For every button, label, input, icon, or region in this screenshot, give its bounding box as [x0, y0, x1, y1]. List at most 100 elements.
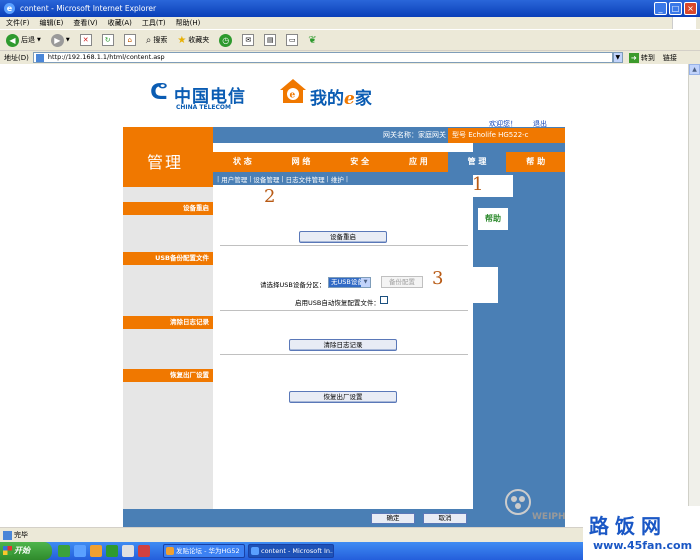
- star-icon: ★: [177, 34, 187, 46]
- sub-nav: | 用户管理 | 设备管理 | 日志文件管理 | 维护 |: [213, 172, 473, 185]
- favorites-button[interactable]: ★ 收藏夹: [175, 32, 211, 48]
- go-arrow-icon: ➜: [628, 52, 639, 63]
- address-label: 地址(D): [4, 53, 29, 62]
- subnav-user-management[interactable]: 用户管理: [221, 174, 247, 184]
- subnav-log-management[interactable]: 日志文件管理: [286, 174, 325, 184]
- ehome-logo: e 我的e家: [278, 76, 408, 112]
- address-input[interactable]: http://192.168.1.1/html/content.asp: [32, 52, 613, 63]
- edit-button[interactable]: ▭: [284, 32, 300, 48]
- stop-icon: ✕: [79, 34, 92, 46]
- vertical-scrollbar[interactable]: ▲ ▼: [688, 64, 700, 527]
- clear-log-button[interactable]: 清除日志记录: [289, 339, 397, 351]
- scroll-up-icon[interactable]: ▲: [689, 64, 700, 75]
- home-button[interactable]: ⌂: [122, 32, 138, 48]
- menu-view[interactable]: 查看(V): [73, 17, 97, 29]
- messenger-button[interactable]: ❦: [306, 32, 318, 48]
- divider: [220, 310, 468, 311]
- svg-text:e: e: [290, 91, 296, 101]
- home-icon: ⌂: [123, 34, 136, 46]
- history-button[interactable]: ◷: [217, 32, 234, 48]
- minimize-button[interactable]: _: [654, 2, 667, 15]
- menu-favorites[interactable]: 收藏(A): [108, 17, 132, 29]
- print-button[interactable]: ▤: [262, 32, 278, 48]
- search-button[interactable]: ⌕ 搜索: [144, 32, 170, 48]
- tab-security[interactable]: 安 全: [330, 152, 389, 172]
- go-label: 转到: [640, 53, 655, 62]
- help-label: 帮助: [478, 208, 508, 230]
- subnav-separator: |: [326, 174, 329, 183]
- watermark-text: WEIPH: [532, 512, 566, 522]
- ie-quicklaunch-icon[interactable]: [74, 545, 86, 557]
- usb-auto-restore-label: 启用USB自动恢复配置文件：: [295, 299, 380, 307]
- page-done-icon: [3, 531, 12, 540]
- taskbar-item-active[interactable]: content - Microsoft In...: [248, 544, 334, 558]
- edit-icon: ▭: [286, 34, 299, 46]
- factory-reset-button[interactable]: 恢复出厂设置: [289, 391, 397, 403]
- window-title-bar[interactable]: e content - Microsoft Internet Explorer …: [0, 0, 700, 17]
- menu-file[interactable]: 文件(F): [6, 17, 30, 29]
- divider: [220, 354, 468, 355]
- back-button[interactable]: ◀ 后退 ▼: [4, 32, 43, 48]
- backup-config-button[interactable]: 备份配置: [381, 276, 423, 288]
- ie-icon: [251, 547, 259, 555]
- usb-partition-select[interactable]: 无USB设备 ▼: [328, 277, 371, 288]
- subnav-device-management[interactable]: 设备管理: [253, 174, 279, 184]
- toolbar: ◀ 后退 ▼ ▶ ▼ ✕ ↻ ⌂ ⌕ 搜索 ★ 收藏夹 ◷ ✉ ▤ ▭ ❦: [0, 29, 700, 50]
- ie-icon: e: [4, 3, 15, 14]
- back-arrow-icon: ◀: [6, 33, 19, 47]
- reboot-button[interactable]: 设备重启: [299, 231, 387, 243]
- tab-management[interactable]: 管 理: [447, 152, 507, 172]
- quicklaunch-icon[interactable]: [106, 545, 118, 557]
- start-button[interactable]: 开始: [0, 542, 52, 560]
- tab-application[interactable]: 应 用: [389, 152, 448, 172]
- annotation-marker-2: 2: [264, 186, 276, 207]
- quicklaunch-icon[interactable]: [138, 545, 150, 557]
- app-icon: [166, 547, 174, 555]
- search-icon: ⌕: [145, 34, 152, 46]
- mail-button[interactable]: ✉: [240, 32, 256, 48]
- tab-network[interactable]: 网 络: [272, 152, 331, 172]
- search-label: 搜索: [153, 36, 168, 44]
- favorites-label: 收藏夹: [188, 36, 210, 44]
- dropdown-arrow-icon[interactable]: ▼: [37, 37, 41, 43]
- section-clear-log: 清除日志记录: [123, 316, 213, 329]
- ehome-prefix: 我的: [310, 89, 344, 109]
- menu-help[interactable]: 帮助(H): [176, 17, 201, 29]
- usb-select-label: 请选择USB设备分区：: [260, 281, 326, 289]
- quicklaunch-icon[interactable]: [58, 545, 70, 557]
- footer-bar: [123, 509, 565, 527]
- close-button[interactable]: ×: [684, 2, 697, 15]
- menu-bar: 文件(F) 编辑(E) 查看(V) 收藏(A) 工具(T) 帮助(H): [0, 17, 700, 29]
- annotation-marker-3: 3: [432, 268, 444, 289]
- dropdown-arrow-icon[interactable]: ▼: [66, 37, 70, 43]
- forward-button[interactable]: ▶ ▼: [49, 32, 72, 48]
- tab-status[interactable]: 状 态: [213, 152, 272, 172]
- logo-en: CHINA TELECOM: [176, 104, 231, 111]
- marker-box-3: [473, 267, 498, 303]
- ehome-suffix: 家: [354, 89, 372, 109]
- main-nav: 状 态 网 络 安 全 应 用 管 理 帮 助: [213, 152, 565, 172]
- tab-help[interactable]: 帮 助: [506, 152, 565, 172]
- stop-button[interactable]: ✕: [78, 32, 94, 48]
- windows-logo: [672, 17, 696, 29]
- refresh-button[interactable]: ↻: [100, 32, 116, 48]
- subnav-separator: |: [281, 174, 284, 183]
- leaf-icon: ❦: [308, 34, 317, 46]
- quicklaunch-icon[interactable]: [122, 545, 134, 557]
- telecom-logo-icon: ᕦ: [150, 80, 168, 105]
- taskbar-item[interactable]: 发贴论坛 - 华为HG52: [163, 544, 245, 558]
- ok-button[interactable]: 确定: [371, 513, 415, 524]
- menu-edit[interactable]: 编辑(E): [40, 17, 64, 29]
- menu-tools[interactable]: 工具(T): [142, 17, 166, 29]
- subnav-maintenance[interactable]: 维护: [331, 174, 344, 184]
- go-button[interactable]: ➜ 转到: [628, 52, 655, 63]
- subnav-separator: |: [249, 174, 252, 183]
- site-brand: 路饭网 www.45fan.com: [583, 506, 700, 560]
- address-dropdown[interactable]: ▼: [612, 52, 623, 63]
- links-button[interactable]: 链接: [663, 53, 677, 63]
- quicklaunch-icon[interactable]: [90, 545, 102, 557]
- maximize-button[interactable]: □: [669, 2, 682, 15]
- cancel-button[interactable]: 取消: [423, 513, 467, 524]
- page-title: 管理: [147, 153, 184, 172]
- usb-auto-restore-checkbox[interactable]: [380, 296, 388, 304]
